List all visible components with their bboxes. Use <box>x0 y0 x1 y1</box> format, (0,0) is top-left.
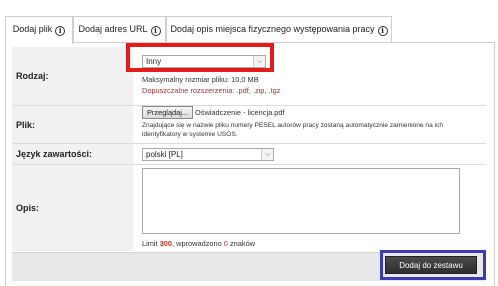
info-icon: i <box>377 26 388 36</box>
limit-value: 300 <box>159 239 173 248</box>
tab-bar: Dodaj plik i Dodaj adres URL i Dodaj opis … <box>5 16 495 44</box>
opis-field: Limit 300, wprowadzono 0 znaków <box>133 165 486 251</box>
tab-label: Dodaj plik <box>12 24 53 34</box>
info-icon: i <box>55 26 66 36</box>
max-size-text: Maksymalny rozmiar pliku: 10,0 MB <box>142 75 259 84</box>
plik-field: Przeglądaj... Oświadczenie - licencja.pd… <box>133 106 486 143</box>
plik-label: Plik: <box>12 106 133 143</box>
tab-label: Dodaj opis miejsca fizycznego występowan… <box>170 24 375 34</box>
allowed-ext-text: Dopuszczalne rozszerzenia: .pdf, .zip, .… <box>142 86 281 95</box>
char-limit-text: Limit 300, wprowadzono 0 znaków <box>142 239 255 248</box>
jezyk-label: Język zawartości: <box>12 144 133 164</box>
jezyk-field: polski [PL] ⌵ <box>133 144 486 164</box>
opis-label: Opis: <box>12 165 133 251</box>
highlight-red-box <box>126 43 274 72</box>
tab-label: Dodaj adres URL <box>78 24 148 34</box>
limit-prefix: Limit <box>142 239 160 248</box>
tab-dodaj-plik[interactable]: Dodaj plik i <box>5 16 73 44</box>
jezyk-selected: polski [PL] <box>146 150 183 159</box>
row-opis: Opis: Limit 300, wprowadzono 0 znaków <box>12 165 486 251</box>
opis-textarea[interactable] <box>142 168 460 234</box>
pesel-note-line1: Znajdujące się w nazwie pliku numery PES… <box>142 122 444 129</box>
info-icon: i <box>150 26 161 36</box>
rodzaj-label: Rodzaj: <box>12 47 133 105</box>
browse-button[interactable]: Przeglądaj... <box>142 106 194 119</box>
tab-dodaj-opis-miejsca[interactable]: Dodaj opis miejsca fizycznego występowan… <box>166 16 392 42</box>
chevron-down-icon: ⌵ <box>261 149 273 160</box>
row-plik: Plik: Przeglądaj... Oświadczenie - licen… <box>12 106 486 143</box>
limit-suffix: znaków <box>227 239 256 248</box>
pesel-note-line2: identyfikatory w systemie USOS. <box>142 131 238 138</box>
row-jezyk: Język zawartości: polski [PL] ⌵ <box>12 144 486 164</box>
file-name: Oświadczenie - licencja.pdf <box>195 108 285 117</box>
highlight-blue-box <box>380 250 486 280</box>
limit-mid: , wprowadzono <box>172 239 224 248</box>
tab-dodaj-adres-url[interactable]: Dodaj adres URL i <box>73 16 166 42</box>
jezyk-select[interactable]: polski [PL] ⌵ <box>142 148 274 161</box>
